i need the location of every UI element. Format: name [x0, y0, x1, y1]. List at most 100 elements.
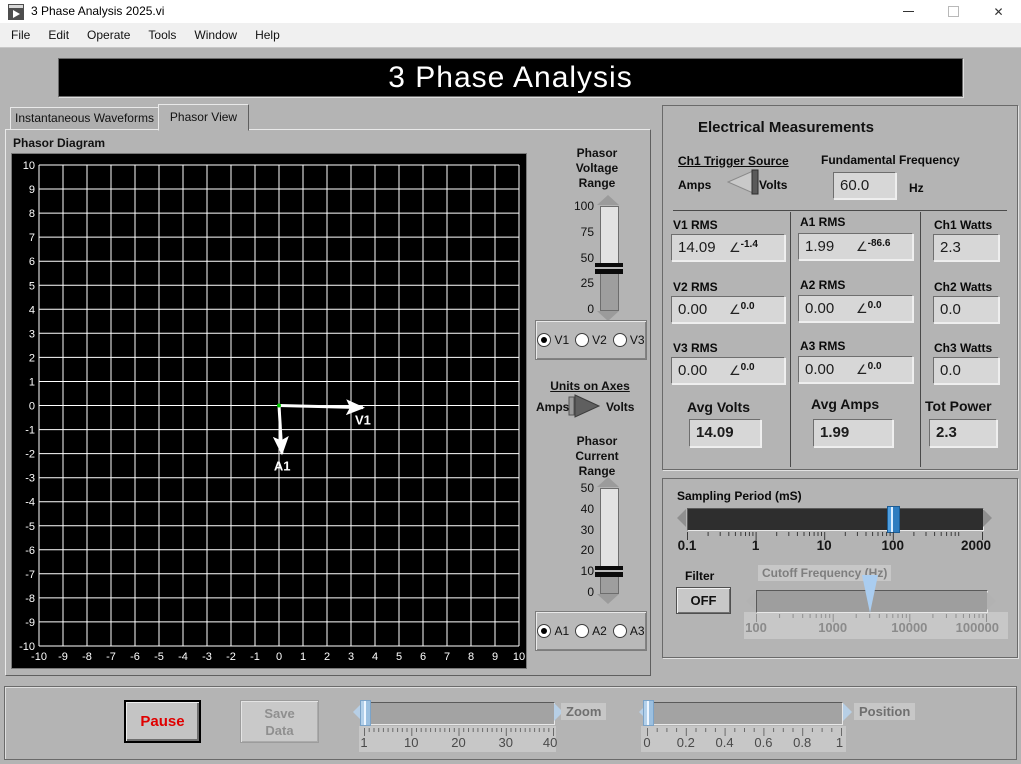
- slider-tick-label: 0.2: [676, 735, 695, 750]
- trigger-amps-label: Amps: [678, 178, 712, 192]
- slider-decrement-arrow[interactable]: [746, 592, 755, 610]
- slider-pointer-thumb[interactable]: [862, 575, 879, 613]
- slider-track[interactable]: [359, 700, 555, 726]
- angle-indicator: -86.6: [856, 238, 890, 256]
- banner: 3 Phase Analysis: [58, 58, 963, 97]
- x-axis-tick-label: -6: [130, 651, 140, 663]
- radio-button-icon[interactable]: [612, 624, 627, 638]
- radio-label: V2: [592, 333, 607, 347]
- v3-rms-display: 0.00 0.0: [671, 357, 785, 384]
- a2-rms-display: 0.00 0.0: [798, 295, 913, 322]
- radio-button-icon[interactable]: [537, 333, 552, 347]
- menu-tools[interactable]: Tools: [139, 28, 185, 42]
- slider-tick-label: 100000: [955, 620, 1000, 635]
- ch3-watts-display: 0.0: [933, 357, 999, 384]
- slider-tick-label: 0: [587, 302, 594, 316]
- radio-option-a2[interactable]: A2: [575, 624, 607, 638]
- v2-rms-display: 0.00 0.0: [671, 296, 785, 323]
- slider-track[interactable]: [595, 488, 623, 594]
- slider-thumb[interactable]: [595, 566, 623, 578]
- slider-thumb[interactable]: [642, 700, 654, 726]
- slider-thumb[interactable]: [359, 700, 371, 726]
- slider-track[interactable]: [756, 575, 988, 613]
- slider-increment-arrow[interactable]: [597, 477, 619, 487]
- slider-thumb[interactable]: [595, 262, 623, 274]
- slider-increment-arrow[interactable]: [983, 509, 992, 527]
- save-data-button[interactable]: Save Data: [240, 700, 319, 743]
- slider-tick-label: 100: [745, 620, 767, 635]
- slider-tick-label: 2000: [960, 538, 992, 553]
- x-axis-tick-label: 3: [348, 651, 354, 663]
- radio-option-v3[interactable]: V3: [612, 333, 645, 347]
- radio-option-a1[interactable]: A1: [537, 624, 569, 638]
- slider-decrement-arrow[interactable]: [677, 509, 686, 527]
- y-axis-tick-label: -9: [25, 617, 35, 629]
- filter-off-button[interactable]: OFF: [676, 587, 731, 614]
- y-axis-tick-label: -4: [25, 497, 35, 509]
- radio-option-v1[interactable]: V1: [537, 333, 569, 347]
- angle-value: 0.0: [740, 362, 755, 373]
- slider-tick-label: 30: [580, 522, 594, 537]
- minimize-icon: [903, 11, 914, 12]
- slider-tick-marks: [756, 614, 987, 622]
- fundamental-frequency-label: Fundamental Frequency: [821, 153, 960, 167]
- radio-button-icon[interactable]: [575, 624, 590, 638]
- slider-decrement-arrow[interactable]: [597, 594, 619, 604]
- slider-tick-label: 1000: [818, 620, 848, 635]
- menu-help[interactable]: Help: [246, 28, 289, 42]
- slider-track[interactable]: [595, 206, 623, 311]
- pause-button[interactable]: Pause: [124, 700, 201, 743]
- phasor-current-range-label: Phasor Current Range: [575, 434, 619, 478]
- window-title: 3 Phase Analysis 2025.vi: [31, 4, 165, 18]
- slider-increment-arrow[interactable]: [987, 592, 996, 610]
- units-toggle-switch[interactable]: [567, 392, 603, 420]
- angle-value: -1.4: [740, 239, 758, 250]
- y-axis-tick-label: 6: [29, 256, 35, 268]
- x-axis-tick-label: -7: [106, 651, 116, 663]
- angle-value: 0.0: [867, 361, 882, 372]
- x-axis-tick-label: 10: [513, 651, 525, 663]
- slider-increment-arrow[interactable]: [843, 703, 852, 721]
- menu-operate[interactable]: Operate: [78, 28, 139, 42]
- minimize-button[interactable]: [886, 0, 931, 23]
- current-channel-selector: A1 A2 A3: [535, 611, 647, 651]
- close-button[interactable]: [976, 0, 1021, 23]
- hz-unit-label: Hz: [909, 181, 924, 195]
- menu-file[interactable]: File: [2, 28, 39, 42]
- slider-track[interactable]: [687, 506, 984, 533]
- slider-tick-label: 0.4: [715, 735, 734, 750]
- title-bar: 3 Phase Analysis 2025.vi: [0, 0, 1021, 23]
- slider-thumb[interactable]: [887, 506, 901, 533]
- radio-option-v2[interactable]: V2: [575, 333, 607, 347]
- ch2-watts-display: 0.0: [933, 296, 999, 323]
- a2-rms-label: A2 RMS: [800, 278, 846, 292]
- ch2-watts-label: Ch2 Watts: [934, 280, 993, 294]
- slider-increment-arrow[interactable]: [597, 195, 619, 205]
- trigger-toggle-switch[interactable]: [723, 168, 761, 196]
- ch1-watts-label: Ch1 Watts: [934, 218, 993, 232]
- menu-edit[interactable]: Edit: [39, 28, 78, 42]
- maximize-button[interactable]: [931, 0, 976, 23]
- y-axis-tick-label: 0: [29, 401, 35, 413]
- value-text: 14.09: [696, 424, 734, 441]
- slider-tick-label: 75: [580, 224, 594, 239]
- radio-button-icon[interactable]: [575, 333, 590, 347]
- x-axis-tick-label: 1: [300, 651, 306, 663]
- radio-button-icon[interactable]: [537, 624, 552, 638]
- tab-instantaneous-waveforms[interactable]: Instantaneous Waveforms: [10, 107, 159, 130]
- x-axis-tick-label: 0: [276, 651, 282, 663]
- radio-option-a3[interactable]: A3: [612, 624, 645, 638]
- slider-track[interactable]: [642, 700, 843, 726]
- zoom-slider: 1 10 20 30 40: [353, 700, 573, 752]
- slider-tick-label: 10: [580, 564, 594, 579]
- angle-icon: [856, 361, 868, 378]
- ch1-watts-display: 2.3: [933, 234, 999, 261]
- tab-phasor-view[interactable]: Phasor View: [158, 104, 249, 131]
- position-label: Position: [854, 703, 916, 720]
- menu-window[interactable]: Window: [185, 28, 246, 42]
- divider: [673, 210, 1007, 211]
- value-text: 2.3: [940, 239, 961, 256]
- y-axis-tick-label: -7: [25, 569, 35, 581]
- y-axis-tick-label: -10: [19, 641, 35, 653]
- radio-button-icon[interactable]: [612, 333, 627, 347]
